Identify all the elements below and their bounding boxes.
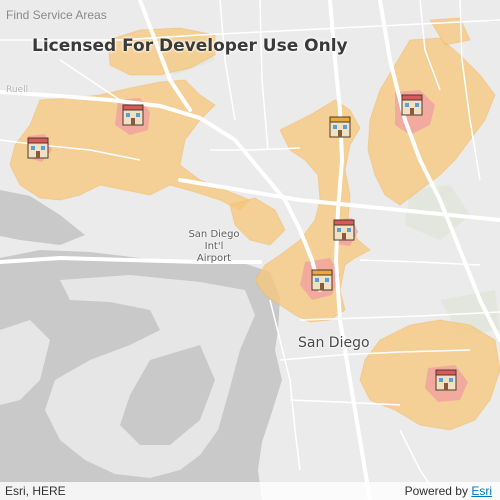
map-view[interactable]: Find Service Areas Licensed For Develope… [0, 0, 500, 500]
airport-label-line2: Int'l Airport [196, 241, 232, 264]
hospital-icon[interactable] [27, 137, 49, 159]
powered-by: Powered by Esri [405, 484, 492, 498]
basemap[interactable] [0, 0, 500, 500]
city-label: San Diego [298, 335, 370, 351]
powered-by-text: Powered by [404, 484, 468, 498]
developer-watermark: Licensed For Developer Use Only [32, 36, 348, 56]
road-label: Ruell [6, 85, 29, 95]
hospital-icon[interactable] [435, 369, 457, 391]
hospital-icon[interactable] [122, 104, 144, 126]
hospital-icon[interactable] [333, 219, 355, 241]
airport-label-line1: San Diego [188, 229, 240, 240]
hospital-icon[interactable] [311, 269, 333, 291]
attribution-sources: Esri, HERE [5, 484, 66, 498]
hospital-icon[interactable] [401, 94, 423, 116]
esri-link[interactable]: Esri [471, 484, 492, 498]
hospital-icon[interactable] [329, 116, 351, 138]
airport-label: San Diego Int'l Airport [186, 229, 242, 265]
app-title: Find Service Areas [6, 8, 107, 22]
attribution-bar: Esri, HERE Powered by Esri [0, 482, 500, 500]
